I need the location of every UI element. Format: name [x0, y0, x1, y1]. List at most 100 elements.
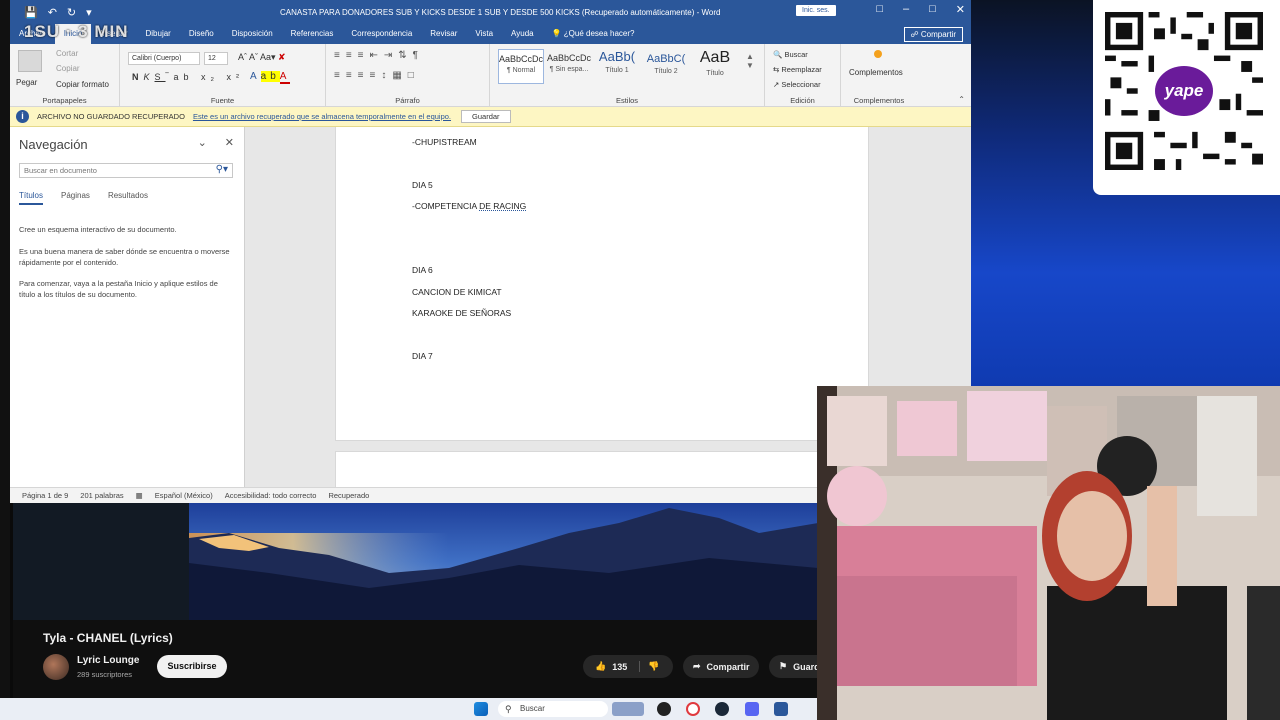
find-label: Buscar: [784, 50, 808, 59]
style-title-name: Título: [706, 70, 724, 77]
tab-revisar[interactable]: Revisar: [421, 24, 466, 44]
share-video-button[interactable]: ➦ Compartir: [683, 655, 759, 678]
font-label: Fuente: [210, 96, 235, 105]
channel-name[interactable]: Lyric Lounge: [77, 655, 139, 666]
subscribe-button[interactable]: Suscribirse: [157, 655, 227, 678]
font-name-select[interactable]: Calibri (Cuerpo): [128, 52, 200, 65]
nav-search-icon[interactable]: ⚲▾: [216, 164, 228, 175]
nav-tab-headings[interactable]: Títulos: [19, 191, 44, 205]
align-buttons[interactable]: ≡≡≡≡↕▦□: [334, 70, 420, 81]
tell-me-box[interactable]: 💡 ¿Qué desea hacer?: [543, 24, 644, 44]
collapse-ribbon-icon[interactable]: ⌃: [958, 95, 965, 104]
maximize-icon[interactable]: □: [929, 3, 936, 16]
doc-line-cancion: CANCION DE KIMICAT: [412, 287, 502, 297]
tab-correspondencia[interactable]: Correspondencia: [342, 24, 421, 44]
subscriber-count: 289 suscriptores: [77, 670, 133, 679]
ribbon-display-icon[interactable]: □: [876, 3, 883, 16]
channel-avatar[interactable]: [43, 654, 69, 680]
font-format-buttons[interactable]: NKS‾ab x₂ x²: [132, 72, 244, 82]
share-button[interactable]: ☍ Compartir: [903, 27, 963, 42]
nav-controls: ⌄ ✕: [198, 136, 234, 149]
share-icon: ☍: [910, 30, 921, 39]
list-buttons[interactable]: ≡≡≡⇤⇥⇅¶: [334, 50, 424, 61]
video-player[interactable]: [189, 503, 818, 620]
nav-close-icon[interactable]: ✕: [225, 136, 234, 149]
discord-icon[interactable]: [745, 702, 759, 716]
document-page[interactable]: -CHUPISTREAM DIA 5 -COMPETENCIA DE RACIN…: [335, 127, 869, 441]
style-title[interactable]: AaB Título: [692, 49, 738, 84]
left-strip: [0, 0, 10, 720]
style-normal[interactable]: AaBbCcDc ¶ Normal: [498, 49, 544, 84]
styles-label: Estilos: [615, 96, 639, 105]
font-group: Calibri (Cuerpo) 12 Aˆ Aˇ Aa▾ ✘ NKS‾ab x…: [120, 44, 326, 107]
info-icon: i: [16, 110, 29, 123]
window-controls: □ – □ ✕: [876, 3, 965, 16]
close-icon[interactable]: ✕: [956, 3, 965, 16]
tab-disposicion[interactable]: Disposición: [223, 24, 282, 44]
nav-tab-pages[interactable]: Páginas: [61, 191, 90, 205]
status-accessibility[interactable]: Accesibilidad: todo correcto: [225, 491, 317, 500]
style-heading2-name: Título 2: [654, 68, 678, 75]
status-proofing-icon[interactable]: ▦: [136, 491, 143, 500]
paste-icon[interactable]: [18, 50, 42, 72]
like-count[interactable]: 135: [612, 662, 627, 672]
find-button[interactable]: 🔍 Buscar: [773, 50, 808, 59]
save-icon[interactable]: 💾: [24, 6, 38, 19]
document-title: CANASTA PARA DONADORES SUB Y KICKS DESDE…: [280, 8, 721, 17]
redo-icon[interactable]: ↻: [67, 6, 76, 19]
tab-diseno[interactable]: Diseño: [180, 24, 223, 44]
doc-line-chupistream: -CHUPISTREAM: [412, 137, 477, 147]
addins-icon[interactable]: [874, 50, 882, 58]
dislike-icon[interactable]: 👎: [639, 661, 659, 672]
font-size-buttons[interactable]: Aˆ Aˇ Aa▾ ✘: [238, 52, 286, 63]
customize-icon[interactable]: ▾: [86, 6, 92, 19]
infobar-message: Este es un archivo recuperado que se alm…: [192, 112, 452, 121]
addins-button[interactable]: Complementos: [849, 68, 903, 77]
like-icon[interactable]: 👍: [595, 661, 606, 672]
windows-start-icon[interactable]: [474, 702, 488, 716]
nav-search-input[interactable]: Buscar en documento ⚲▾: [19, 163, 233, 178]
style-heading2[interactable]: AaBbC( Título 2: [643, 49, 689, 84]
font-color-buttons[interactable]: A​abA: [250, 71, 291, 84]
share-arrow-icon: ➦: [693, 661, 701, 671]
style-heading1-name: Título 1: [605, 67, 629, 74]
undo-icon[interactable]: ↶: [48, 6, 57, 19]
nav-options-icon[interactable]: ⌄: [198, 136, 207, 149]
minimize-icon[interactable]: –: [903, 3, 909, 16]
word-icon[interactable]: [774, 702, 788, 716]
styles-more-icon[interactable]: ▲ ▼: [746, 52, 754, 70]
style-heading1[interactable]: AaBb( Título 1: [594, 49, 640, 84]
doc-line-karaoke: KARAOKE DE SEÑORAS: [412, 308, 512, 318]
app-icon-1[interactable]: [657, 702, 671, 716]
replace-button[interactable]: ⇆ Reemplazar: [773, 65, 822, 74]
signin-button[interactable]: Inic. ses.: [796, 5, 836, 16]
nav-tabs: Títulos Páginas Resultados: [19, 191, 148, 205]
paragraph-group: ≡≡≡⇤⇥⇅¶ ≡≡≡≡↕▦□ Párrafo: [326, 44, 490, 107]
infobar-save-button[interactable]: Guardar: [461, 110, 511, 123]
ribbon: Pegar Cortar Copiar Copiar formato Porta…: [10, 44, 971, 107]
document-page-2[interactable]: [335, 451, 869, 491]
quick-access-toolbar: 💾 ↶ ↻ ▾: [10, 6, 92, 19]
opera-icon[interactable]: [686, 702, 700, 716]
doc-line-dia6: DIA 6: [412, 265, 433, 275]
style-no-spacing[interactable]: AaBbCcDc ¶ Sin espa...: [546, 49, 592, 84]
steam-icon[interactable]: [715, 702, 729, 716]
status-language[interactable]: Español (México): [155, 491, 213, 500]
font-size-select[interactable]: 12: [204, 52, 228, 65]
paste-button[interactable]: Pegar: [16, 78, 37, 87]
youtube-panel: Tyla - CHANEL (Lyrics) Lyric Lounge 289 …: [13, 503, 829, 720]
taskbar-search[interactable]: ⚲ Buscar: [498, 701, 608, 717]
nav-tab-results[interactable]: Resultados: [108, 191, 148, 205]
copy-button[interactable]: Copiar: [56, 64, 80, 73]
tab-vista[interactable]: Vista: [466, 24, 502, 44]
status-page[interactable]: Página 1 de 9: [22, 491, 68, 500]
widgets-icon[interactable]: [612, 702, 644, 716]
infobar-title: ARCHIVO NO GUARDADO RECUPERADO: [37, 112, 185, 121]
status-words[interactable]: 201 palabras: [80, 491, 123, 500]
tab-dibujar[interactable]: Dibujar: [137, 24, 180, 44]
tab-referencias[interactable]: Referencias: [282, 24, 343, 44]
select-button[interactable]: ↗ Seleccionar: [773, 80, 821, 89]
format-painter-button[interactable]: Copiar formato: [56, 80, 109, 89]
cut-button[interactable]: Cortar: [56, 49, 78, 58]
tab-ayuda[interactable]: Ayuda: [502, 24, 543, 44]
